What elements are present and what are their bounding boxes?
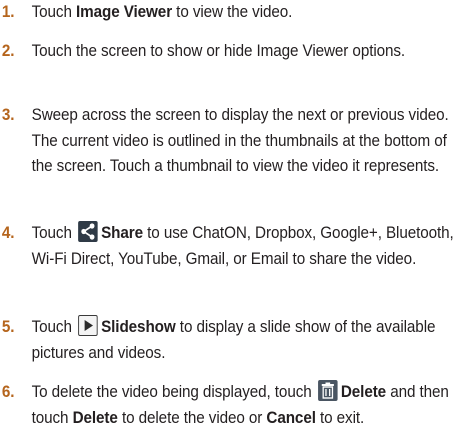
step-text: Touch Share to use ChatON, Dropbox, Goog…	[31, 221, 454, 268]
step-text-segment: to exit.	[315, 408, 365, 427]
step-text: Touch Slideshow to display a slide show …	[31, 315, 435, 362]
step-text-segment: Touch	[31, 224, 76, 242]
step-text-segment: Touch	[31, 3, 76, 21]
step-number: 3.	[1, 106, 15, 124]
step-number: 4.	[1, 224, 15, 242]
step-item: 6. To delete the video being displayed, t…	[0, 380, 465, 431]
step-text: Sweep across the screen to display the n…	[32, 106, 449, 175]
step-number: 5.	[1, 318, 15, 336]
step-item: 3. Sweep across the screen to display the…	[0, 103, 465, 180]
ui-label-emphasis: Image Viewer	[75, 3, 173, 21]
step-text-segment: to delete the video or	[117, 408, 267, 427]
step-number: 1.	[1, 3, 15, 21]
step-text-segment: To delete the video being displayed, tou…	[31, 383, 316, 401]
step-text-segment: Sweep across the screen to display the n…	[31, 106, 449, 175]
step-item: 4. Touch Share to use ChatON, Dropbox, Go…	[0, 221, 465, 272]
ui-label-emphasis: Share	[101, 224, 144, 242]
step-text-segment: to view the video.	[172, 3, 293, 21]
step-number: 2.	[1, 42, 15, 60]
step-number: 6.	[1, 383, 15, 401]
trash-icon	[317, 380, 338, 401]
step-item: 5. Touch Slideshow to display a slide sho…	[0, 315, 465, 366]
slideshow-icon	[77, 315, 98, 336]
step-text: To delete the video being displayed, tou…	[31, 380, 449, 427]
step-text: Touch the screen to show or hide Image V…	[31, 42, 406, 60]
ui-label-emphasis: Delete	[72, 408, 118, 427]
ui-label-emphasis: Delete	[340, 383, 387, 401]
step-item: 2. Touch the screen to show or hide Image…	[0, 39, 465, 65]
step-item: 1. Touch Image Viewer to view the video.	[0, 0, 465, 26]
step-text: Touch Image Viewer to view the video.	[32, 3, 293, 21]
ui-label-emphasis: Cancel	[266, 408, 316, 427]
step-text-segment: Touch	[31, 318, 76, 336]
step-text-segment: Touch the screen to show or hide Image V…	[31, 42, 406, 60]
share-icon	[77, 221, 98, 242]
ui-label-emphasis: Slideshow	[101, 318, 176, 336]
